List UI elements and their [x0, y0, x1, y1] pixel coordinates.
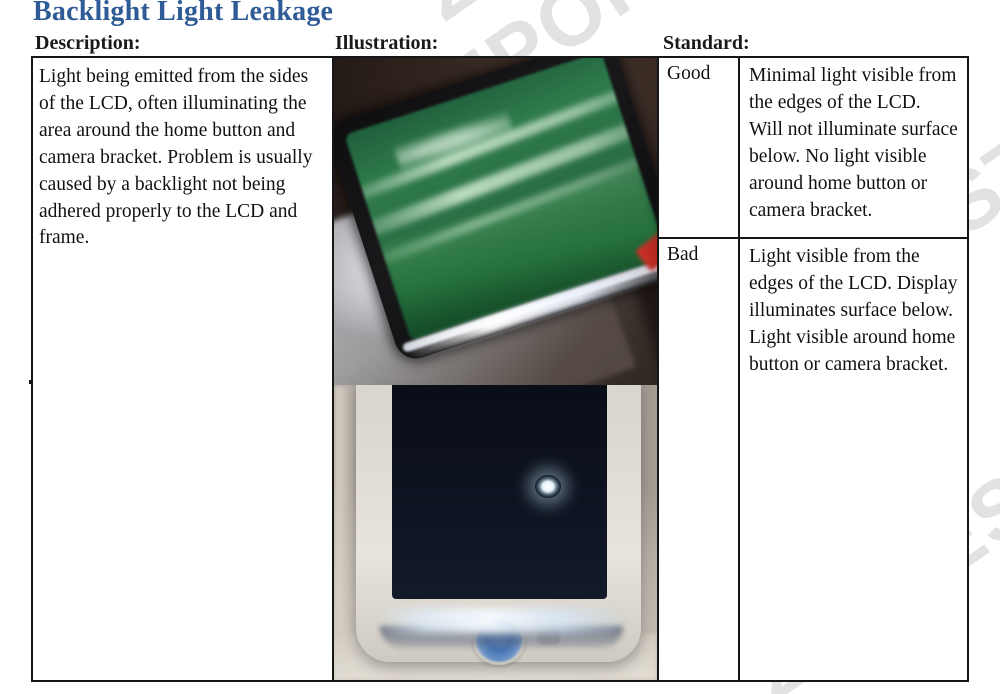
- standard-cell: Good Minimal light visible from the edge…: [659, 58, 967, 680]
- column-header-description: Description:: [35, 32, 141, 54]
- column-header-standard: Standard:: [663, 32, 750, 54]
- document-page: ZTI TEST REPORT ZTI TEST REPORT ZTI TEST…: [0, 0, 1000, 694]
- description-cell: Light being emitted from the sides of th…: [29, 58, 334, 680]
- description-text: Light being emitted from the sides of th…: [39, 66, 313, 249]
- light-leak-spot: [535, 475, 561, 498]
- illustration-photo-bottom: [334, 385, 657, 680]
- phone-screen: [392, 385, 607, 599]
- standard-text-bad: Light visible from the edges of the LCD.…: [749, 246, 958, 375]
- page-title: Backlight Light Leakage: [33, 0, 334, 27]
- light-leak-strip: [382, 608, 621, 634]
- standard-row-bad: Bad Light visible from the edges of the …: [659, 239, 967, 680]
- standard-text-good: Minimal light visible from the edges of …: [749, 65, 958, 221]
- column-header-illustration: Illustration:: [335, 32, 439, 54]
- standard-row-good: Good Minimal light visible from the edge…: [659, 58, 967, 239]
- specification-table: Light being emitted from the sides of th…: [29, 56, 969, 682]
- standard-label-good: Good: [659, 58, 740, 237]
- illustration-photo-top: [334, 58, 657, 385]
- phone-body: [356, 385, 641, 665]
- standard-label-bad: Bad: [659, 239, 740, 680]
- border-tick-mark: [29, 380, 33, 384]
- illustration-cell: [334, 58, 659, 680]
